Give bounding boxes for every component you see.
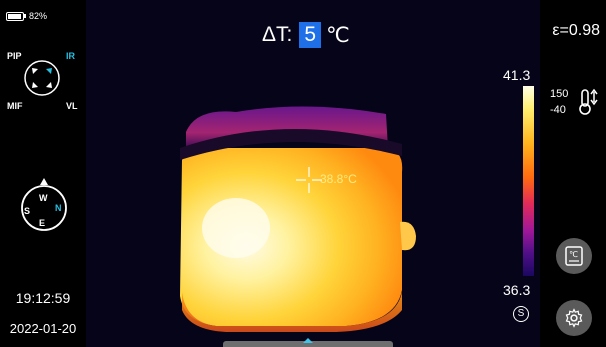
spot-temperature: 38.8°C (320, 172, 357, 186)
compass-east: E (39, 218, 46, 228)
compass-west: W (39, 193, 48, 203)
range-low: -40 (550, 104, 566, 116)
left-panel: 82% PIP IR MIF VL W N S E 19:12:59 2022-… (0, 0, 86, 347)
battery-percentage: 82% (29, 11, 48, 21)
mode-vl[interactable]: VL (66, 101, 78, 111)
celsius-unit-icon: ℃ (565, 246, 583, 266)
gear-icon (565, 308, 583, 328)
drawer-arrow-icon (303, 338, 313, 343)
range-high: 150 (550, 88, 569, 100)
scale-max: 41.3 (503, 67, 531, 83)
delta-t-label: ΔT: (262, 23, 293, 46)
fusion-mode-dial[interactable]: PIP IR MIF VL (0, 48, 86, 120)
thermometer-range-icon[interactable] (578, 88, 600, 116)
color-scale-bar (523, 86, 534, 276)
battery-status: 82% (6, 11, 47, 21)
compass-south: S (24, 206, 31, 216)
clock-date: 2022-01-20 (9, 321, 77, 336)
emissivity-value[interactable]: ε=0.98 (552, 22, 600, 40)
compass: W N S E (17, 176, 71, 236)
compass-north: N (55, 203, 62, 213)
mode-mif[interactable]: MIF (7, 101, 23, 111)
thermal-view[interactable] (86, 0, 540, 347)
temperature-unit-button[interactable]: ℃ (556, 238, 592, 274)
battery-icon (6, 11, 24, 21)
delta-t-value[interactable]: 5 (299, 22, 322, 48)
settings-button[interactable] (556, 300, 592, 336)
svg-text:℃: ℃ (569, 250, 578, 259)
fusion-mode-dial-icon (24, 60, 60, 96)
clock-time: 19:12:59 (15, 290, 71, 306)
thermal-image (86, 0, 540, 347)
delta-t-unit: ℃ (326, 23, 350, 47)
scale-mode-badge[interactable]: S (513, 306, 529, 322)
delta-t-control[interactable]: ΔT: 5 ℃ (262, 22, 350, 48)
right-panel (540, 0, 606, 347)
scale-min: 36.3 (503, 282, 531, 298)
mode-pip[interactable]: PIP (7, 51, 22, 61)
mode-ir[interactable]: IR (66, 51, 75, 61)
